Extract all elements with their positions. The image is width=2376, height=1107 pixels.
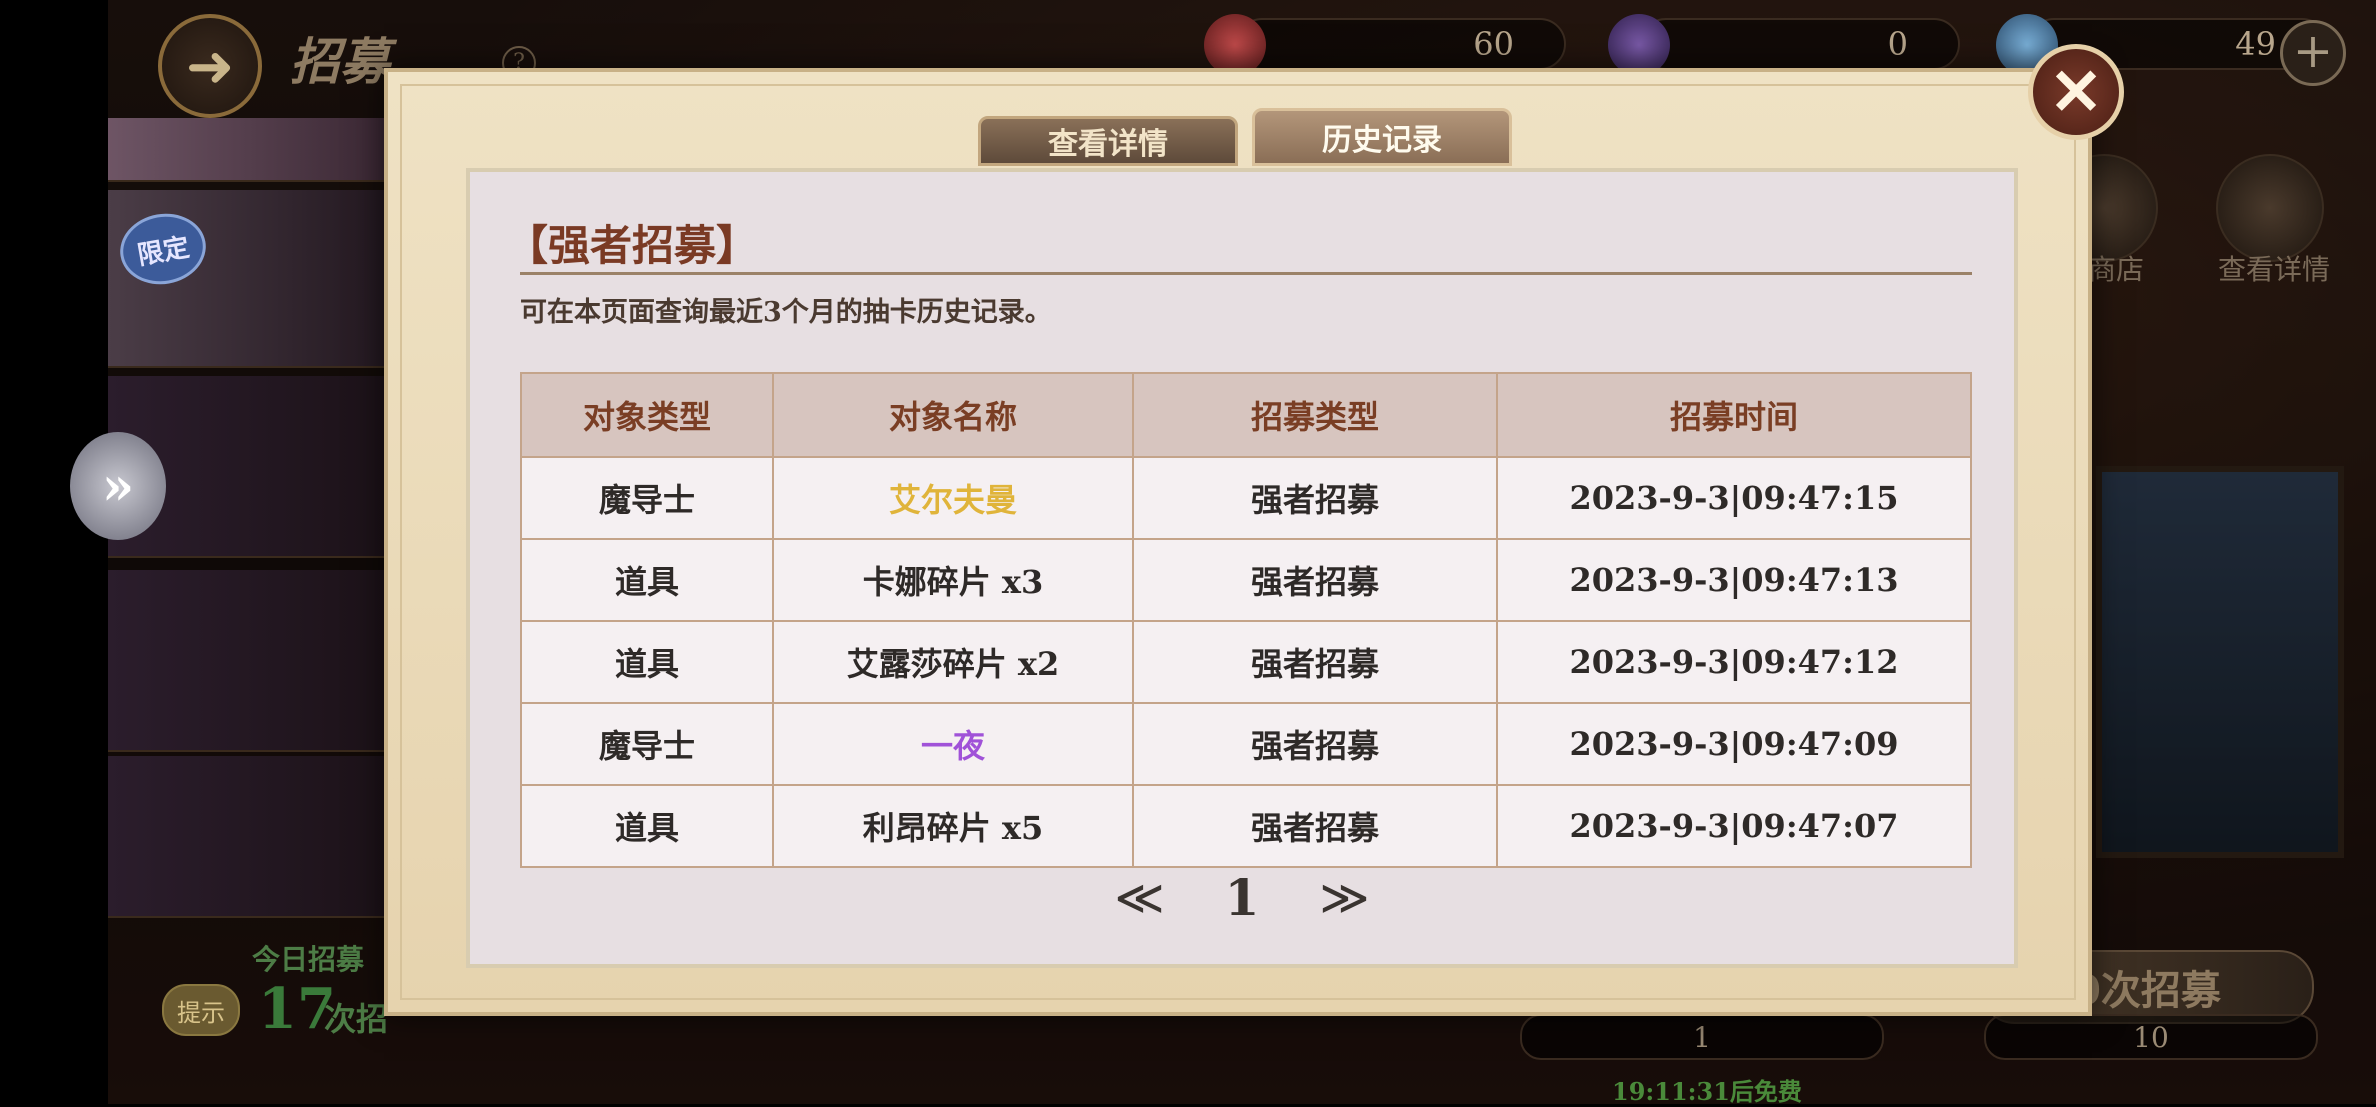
banner-item[interactable] bbox=[108, 756, 388, 918]
cell-type: 道具 bbox=[520, 538, 774, 622]
cell-type: 魔导士 bbox=[520, 456, 774, 540]
section-title: 【强者招募】 bbox=[506, 221, 759, 270]
back-arrow-icon: ➜ bbox=[185, 32, 235, 100]
column-header: 对象名称 bbox=[772, 372, 1134, 458]
divider bbox=[520, 272, 1972, 275]
cell-recruit-type: 强者招募 bbox=[1132, 702, 1498, 786]
column-header: 招募时间 bbox=[1496, 372, 1972, 458]
table-row: 魔导士 一夜 强者招募 2023-9-3|09:47:09 bbox=[520, 702, 1972, 786]
cake-icon bbox=[1204, 14, 1266, 76]
cost-value: 10 bbox=[2133, 1020, 2169, 1054]
cell-recruit-type: 强者招募 bbox=[1132, 538, 1498, 622]
history-table: 对象类型 对象名称 招募类型 招募时间 魔导士 艾尔夫曼 强者招募 2023-9… bbox=[520, 372, 1972, 868]
banner-item[interactable] bbox=[108, 570, 388, 752]
single-cost: 1 bbox=[1520, 1014, 1884, 1060]
column-header: 对象类型 bbox=[520, 372, 774, 458]
page-number: 1 bbox=[1224, 868, 1260, 927]
resource-value: 49 bbox=[2235, 25, 2276, 63]
free-timer: 19:11:31后免费 bbox=[1612, 1077, 1802, 1106]
details-label: 查看详情 bbox=[2218, 253, 2331, 286]
tip-badge: 提示 bbox=[162, 984, 240, 1036]
close-icon[interactable]: ✕ bbox=[2028, 44, 2124, 140]
daily-recruit-label: 今日招募 bbox=[252, 943, 365, 976]
cell-name: 艾露莎碎片 x2 bbox=[772, 620, 1134, 704]
back-button[interactable]: ➜ bbox=[158, 14, 262, 118]
table-header-row: 对象类型 对象名称 招募类型 招募时间 bbox=[520, 372, 1972, 458]
cell-name: 利昂碎片 x5 bbox=[772, 784, 1134, 868]
cell-name: 卡娜碎片 x3 bbox=[772, 538, 1134, 622]
column-header: 招募类型 bbox=[1132, 372, 1498, 458]
prev-arrow-icon[interactable]: ≪ bbox=[1114, 870, 1164, 926]
expand-arrow-icon[interactable]: » bbox=[70, 432, 166, 540]
table-row: 魔导士 艾尔夫曼 强者招募 2023-9-3|09:47:15 bbox=[520, 456, 1972, 540]
resource-mug: 0 bbox=[1608, 14, 1960, 76]
cell-time: 2023-9-3|09:47:09 bbox=[1496, 702, 1972, 786]
banner-item[interactable] bbox=[108, 118, 388, 182]
ten-cost: 10 bbox=[1984, 1014, 2318, 1060]
cell-time: 2023-9-3|09:47:13 bbox=[1496, 538, 1972, 622]
details-icon[interactable] bbox=[2216, 154, 2324, 262]
resource-value: 60 bbox=[1473, 25, 1514, 63]
cell-name: 一夜 bbox=[772, 702, 1134, 786]
cell-time: 2023-9-3|09:47:15 bbox=[1496, 456, 1972, 540]
table-row: 道具 利昂碎片 x5 强者招募 2023-9-3|09:47:07 bbox=[520, 784, 1972, 868]
cell-type: 魔导士 bbox=[520, 702, 774, 786]
cell-name: 艾尔夫曼 bbox=[772, 456, 1134, 540]
cell-time: 2023-9-3|09:47:07 bbox=[1496, 784, 1972, 868]
table-row: 道具 卡娜碎片 x3 强者招募 2023-9-3|09:47:13 bbox=[520, 538, 1972, 622]
tip-unit: 次招 bbox=[324, 1000, 389, 1038]
cell-time: 2023-9-3|09:47:12 bbox=[1496, 620, 1972, 704]
pagination: ≪ 1 ≫ bbox=[470, 868, 2014, 927]
tab-history[interactable]: 历史记录 bbox=[1252, 108, 1512, 166]
history-panel: 【强者招募】 可在本页面查询最近3个月的抽卡历史记录。 对象类型 对象名称 招募… bbox=[466, 168, 2018, 968]
shop-label: 商店 bbox=[2088, 253, 2145, 286]
history-modal: 查看详情 历史记录 【强者招募】 可在本页面查询最近3个月的抽卡历史记录。 对象… bbox=[384, 68, 2092, 1016]
resource-cake: 60 bbox=[1204, 14, 1566, 76]
next-arrow-icon[interactable]: ≫ bbox=[1319, 870, 1369, 926]
mug-icon bbox=[1608, 14, 1670, 76]
character-card bbox=[2096, 466, 2344, 858]
cell-type: 道具 bbox=[520, 620, 774, 704]
tab-details[interactable]: 查看详情 bbox=[978, 116, 1238, 166]
cell-recruit-type: 强者招募 bbox=[1132, 784, 1498, 868]
cost-value: 1 bbox=[1693, 1020, 1711, 1054]
resource-value: 0 bbox=[1887, 25, 1908, 63]
cell-recruit-type: 强者招募 bbox=[1132, 456, 1498, 540]
plus-icon[interactable]: + bbox=[2280, 20, 2346, 86]
cell-type: 道具 bbox=[520, 784, 774, 868]
section-description: 可在本页面查询最近3个月的抽卡历史记录。 bbox=[520, 297, 1052, 328]
page-title: 招募 bbox=[290, 32, 390, 91]
table-row: 道具 艾露莎碎片 x2 强者招募 2023-9-3|09:47:12 bbox=[520, 620, 1972, 704]
cell-recruit-type: 强者招募 bbox=[1132, 620, 1498, 704]
